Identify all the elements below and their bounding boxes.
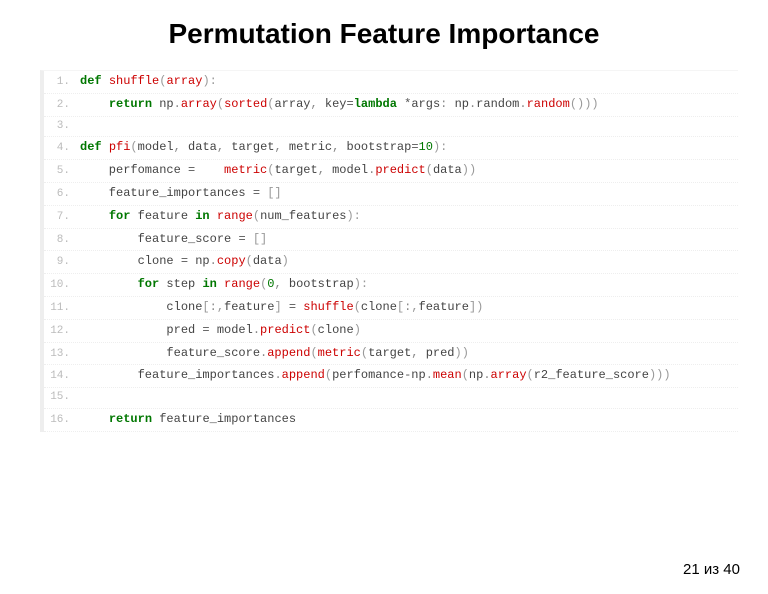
line-number: 1. (44, 73, 80, 93)
code-line: 16. return feature_importances (44, 409, 738, 432)
code-line: 7. for feature in range(num_features): (44, 206, 738, 229)
line-number: 6. (44, 185, 80, 205)
line-number: 12. (44, 322, 80, 342)
code-content: for feature in range(num_features): (80, 206, 361, 228)
line-number: 9. (44, 253, 80, 273)
code-line: 11. clone[:,feature] = shuffle(clone[:,f… (44, 297, 738, 320)
line-number: 7. (44, 208, 80, 228)
code-line: 2. return np.array(sorted(array, key=lam… (44, 94, 738, 117)
line-number: 4. (44, 139, 80, 159)
line-number: 2. (44, 96, 80, 116)
line-number: 10. (44, 276, 80, 296)
line-number: 14. (44, 367, 80, 387)
line-number: 13. (44, 345, 80, 365)
code-line: 9. clone = np.copy(data) (44, 251, 738, 274)
code-content: return feature_importances (80, 409, 296, 431)
code-line: 3. (44, 117, 738, 138)
line-number: 15. (44, 388, 80, 408)
code-content: feature_score = [] (80, 229, 267, 251)
code-content: clone[:,feature] = shuffle(clone[:,featu… (80, 297, 483, 319)
code-content: clone = np.copy(data) (80, 251, 289, 273)
code-content: pred = model.predict(clone) (80, 320, 361, 342)
page-indicator: 21 из 40 (683, 561, 740, 578)
slide-title: Permutation Feature Importance (0, 18, 768, 50)
code-content: feature_score.append(metric(target, pred… (80, 343, 469, 365)
line-number: 3. (44, 117, 80, 137)
code-line: 12. pred = model.predict(clone) (44, 320, 738, 343)
code-content: return np.array(sorted(array, key=lambda… (80, 94, 599, 116)
code-block: 1.def shuffle(array):2. return np.array(… (40, 70, 738, 432)
code-content: def shuffle(array): (80, 71, 217, 93)
line-number: 5. (44, 162, 80, 182)
code-line: 1.def shuffle(array): (44, 71, 738, 94)
line-number: 16. (44, 411, 80, 431)
code-line: 6. feature_importances = [] (44, 183, 738, 206)
code-line: 4.def pfi(model, data, target, metric, b… (44, 137, 738, 160)
code-line: 10. for step in range(0, bootstrap): (44, 274, 738, 297)
code-content: def pfi(model, data, target, metric, boo… (80, 137, 447, 159)
code-content: perfomance = metric(target, model.predic… (80, 160, 476, 182)
code-line: 14. feature_importances.append(perfomanc… (44, 365, 738, 388)
code-content: for step in range(0, bootstrap): (80, 274, 368, 296)
line-number: 8. (44, 231, 80, 251)
code-line: 5. perfomance = metric(target, model.pre… (44, 160, 738, 183)
code-line: 15. (44, 388, 738, 409)
code-content: feature_importances = [] (80, 183, 282, 205)
code-line: 8. feature_score = [] (44, 229, 738, 252)
code-content: feature_importances.append(perfomance-np… (80, 365, 671, 387)
line-number: 11. (44, 299, 80, 319)
code-line: 13. feature_score.append(metric(target, … (44, 343, 738, 366)
